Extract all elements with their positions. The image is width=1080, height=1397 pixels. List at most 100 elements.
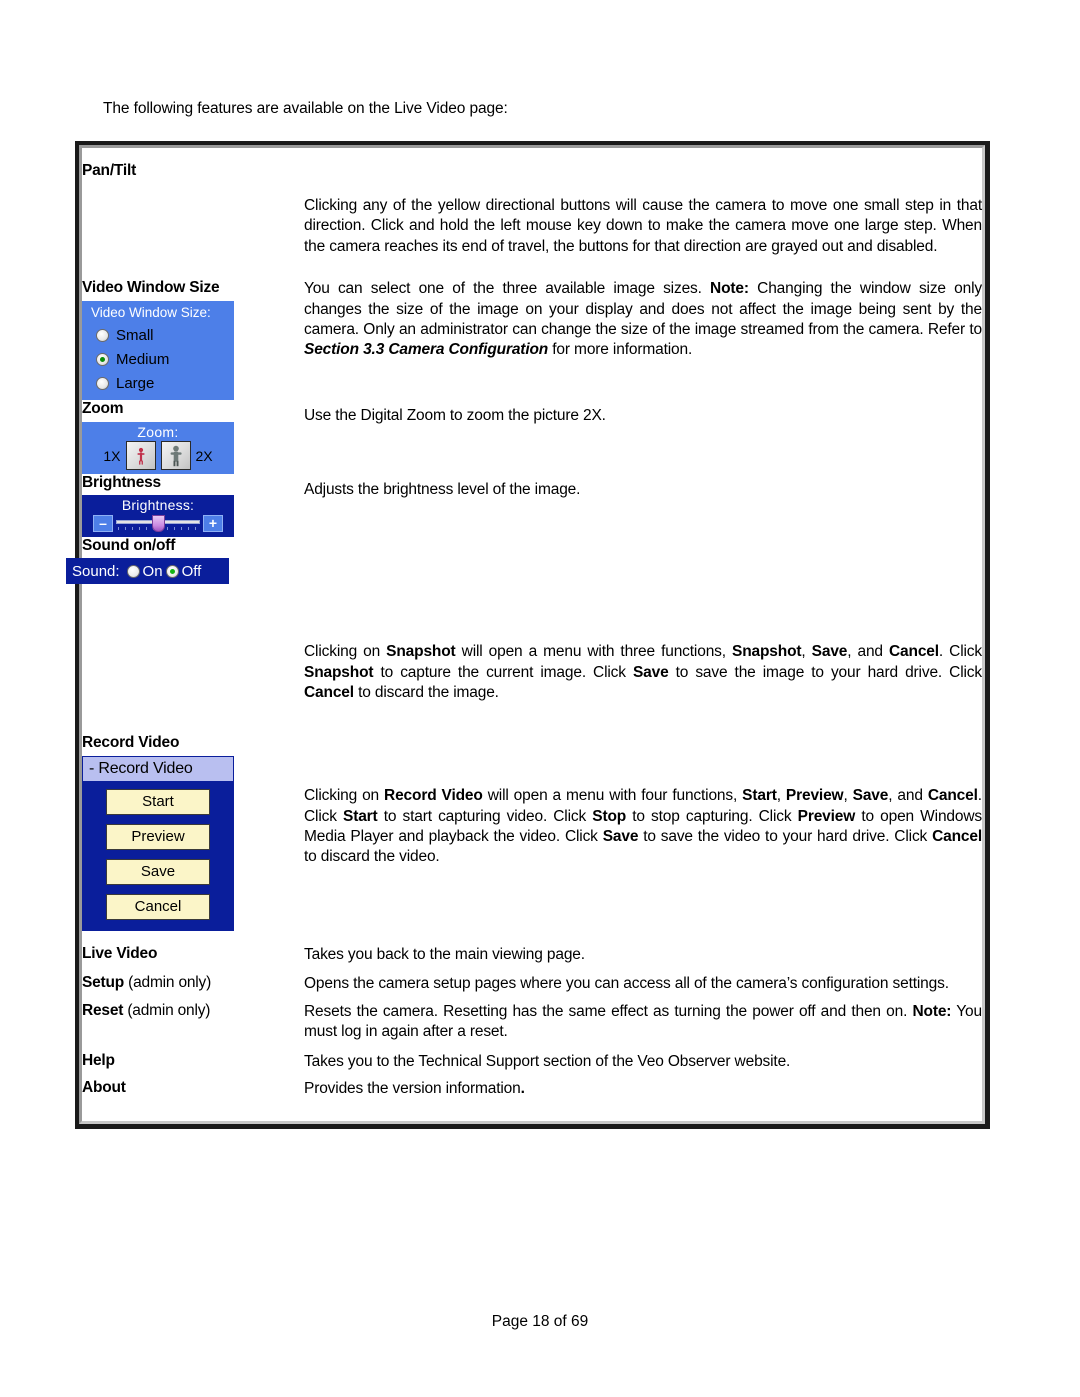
- row-desc-cell: Takes you to the Technical Support secti…: [304, 1043, 982, 1072]
- row-label-cell: Live Video: [82, 931, 304, 965]
- row-desc-cell: Use the Digital Zoom to zoom the picture…: [304, 400, 982, 474]
- table-row: Pan/Tilt Clicking any of the yellow dire…: [82, 148, 982, 279]
- table-row: Setup (admin only) Opens the camera setu…: [82, 966, 982, 994]
- zoom-widget-body: 1X 2X: [82, 440, 234, 471]
- radio-label-sound-on: On: [142, 562, 163, 580]
- radio-icon-large[interactable]: [96, 376, 109, 390]
- row-desc-cell: Clicking on Record Video will open a men…: [304, 734, 982, 931]
- row-desc-cell: Adjusts the brightness level of the imag…: [304, 474, 982, 537]
- row-label-record-video: Record Video: [82, 734, 180, 752]
- cancel-button[interactable]: Cancel: [106, 894, 210, 921]
- radio-icon-small[interactable]: [96, 328, 109, 342]
- radio-option-medium[interactable]: Medium: [82, 347, 234, 371]
- row-label-cell: Setup (admin only): [82, 966, 304, 994]
- radio-label-medium: Medium: [116, 350, 170, 368]
- radio-label-large: Large: [116, 374, 155, 392]
- zoom-label-2x: 2X: [195, 447, 213, 464]
- radio-icon-sound-off[interactable]: [165, 564, 179, 578]
- row-desc-cell: Takes you back to the main viewing page.: [304, 931, 982, 965]
- row-desc-cell: Clicking on Snapshot will open a menu wi…: [304, 584, 982, 734]
- row-desc-about: Provides the version information.: [304, 1080, 525, 1098]
- row-desc-snapshot: Clicking on Snapshot will open a menu wi…: [304, 643, 982, 702]
- row-desc-pan-tilt: Clicking any of the yellow directional b…: [304, 197, 982, 255]
- row-label-cell: Zoom Zoom: 1X 2X: [82, 400, 304, 475]
- row-desc-cell: You can select one of the three availabl…: [304, 279, 982, 400]
- radio-option-small[interactable]: Small: [82, 323, 234, 347]
- brightness-widget[interactable]: Brightness: – +: [82, 495, 234, 538]
- brightness-widget-title: Brightness:: [121, 497, 195, 514]
- row-label-about: About: [82, 1079, 126, 1097]
- table-row: Sound on/off Sound: On Off: [66, 537, 982, 585]
- video-window-size-widget-title: Video Window Size:: [91, 305, 211, 321]
- row-label-cell: Reset (admin only): [82, 994, 304, 1043]
- row-label-video-window-size: Video Window Size: [82, 279, 220, 297]
- zoom-label-1x: 1X: [103, 447, 121, 464]
- brightness-slider[interactable]: [116, 515, 200, 533]
- sound-widget-title: Sound:: [72, 562, 120, 580]
- row-desc-cell: Resets the camera. Resetting has the sam…: [304, 994, 982, 1043]
- zoom-widget[interactable]: Zoom: 1X 2X: [82, 422, 234, 475]
- row-label-zoom: Zoom: [82, 400, 124, 418]
- row-desc-live-video: Takes you back to the main viewing page.: [304, 946, 585, 964]
- intro-text: The following features are available on …: [103, 100, 508, 117]
- row-desc-cell: Clicking any of the yellow directional b…: [304, 148, 982, 279]
- person-large-icon[interactable]: [160, 441, 191, 471]
- row-desc-help: Takes you to the Technical Support secti…: [304, 1052, 791, 1070]
- preview-button[interactable]: Preview: [106, 824, 210, 851]
- save-button[interactable]: Save: [106, 859, 210, 886]
- zoom-widget-title: Zoom:: [137, 424, 179, 441]
- row-label-setup-suffix: (admin only): [124, 973, 212, 991]
- table-row: About Provides the version information.: [82, 1072, 982, 1121]
- feature-rows: Pan/Tilt Clicking any of the yellow dire…: [66, 148, 982, 1121]
- feature-table: Pan/Tilt Clicking any of the yellow dire…: [66, 141, 990, 1130]
- table-row: Record Video - Record Video Start Previe…: [82, 734, 982, 932]
- start-button[interactable]: Start: [106, 789, 210, 816]
- row-label-brightness: Brightness: [82, 474, 161, 492]
- radio-icon-sound-on[interactable]: [126, 564, 140, 578]
- row-label-cell: Brightness Brightness: – +: [82, 474, 304, 538]
- table-row: Live Video Takes you back to the main vi…: [82, 931, 982, 965]
- row-desc-setup: Opens the camera setup pages where you c…: [304, 974, 949, 992]
- radio-icon-medium[interactable]: [96, 352, 109, 366]
- table-row: Clicking on Snapshot will open a menu wi…: [82, 584, 982, 734]
- row-desc-video-window-size: You can select one of the three availabl…: [304, 280, 982, 359]
- row-desc-zoom: Use the Digital Zoom to zoom the picture…: [304, 407, 606, 425]
- row-desc-reset: Resets the camera. Resetting has the sam…: [304, 1003, 982, 1041]
- row-label-cell: Video Window Size Video Window Size: Sma…: [82, 279, 304, 401]
- row-desc-cell: [304, 537, 982, 584]
- radio-label-sound-off: Off: [181, 562, 202, 580]
- row-label-setup-text: Setup: [82, 973, 125, 991]
- feature-table-inner: Pan/Tilt Clicking any of the yellow dire…: [66, 145, 985, 1125]
- row-label-sound: Sound on/off: [82, 537, 176, 555]
- row-label-reset-text: Reset: [82, 1002, 124, 1020]
- row-desc-record-video: Clicking on Record Video will open a men…: [304, 787, 982, 866]
- row-label-cell: Pan/Tilt: [82, 148, 304, 279]
- row-desc-brightness: Adjusts the brightness level of the imag…: [304, 481, 581, 499]
- row-label-live-video: Live Video: [82, 945, 158, 963]
- row-label-cell-snapshot: [82, 584, 304, 734]
- record-video-widget-body: Start Preview Save Cancel: [83, 781, 233, 930]
- radio-option-large[interactable]: Large: [82, 371, 234, 395]
- video-window-size-widget[interactable]: Video Window Size: Small Medium Large: [82, 301, 234, 401]
- row-label-cell: About: [82, 1072, 304, 1121]
- record-video-widget-title[interactable]: - Record Video: [83, 757, 233, 782]
- row-label-setup: Setup (admin only): [82, 974, 304, 992]
- row-label-reset-suffix: (admin only): [123, 1002, 211, 1020]
- table-row: Brightness Brightness: – + Adjusts the b…: [82, 474, 982, 538]
- row-label-cell: Help: [82, 1043, 304, 1072]
- row-label-help: Help: [82, 1051, 115, 1069]
- table-row: Video Window Size Video Window Size: Sma…: [82, 279, 982, 401]
- row-desc-cell: Provides the version information.: [304, 1072, 982, 1121]
- row-label-pan-tilt: Pan/Tilt: [82, 162, 137, 179]
- row-label-reset: Reset (admin only): [82, 1002, 304, 1020]
- table-row: Reset (admin only) Resets the camera. Re…: [82, 994, 982, 1043]
- row-desc-cell: Opens the camera setup pages where you c…: [304, 966, 982, 994]
- brightness-increase-button[interactable]: +: [203, 515, 223, 533]
- brightness-decrease-button[interactable]: –: [93, 515, 113, 533]
- brightness-widget-body: – +: [82, 513, 234, 533]
- record-video-widget[interactable]: - Record Video Start Preview Save Cancel: [82, 756, 234, 932]
- row-label-cell: Record Video - Record Video Start Previe…: [82, 734, 304, 932]
- sound-widget[interactable]: Sound: On Off: [66, 558, 229, 585]
- person-small-icon[interactable]: [125, 441, 156, 471]
- brightness-slider-thumb[interactable]: [152, 515, 165, 533]
